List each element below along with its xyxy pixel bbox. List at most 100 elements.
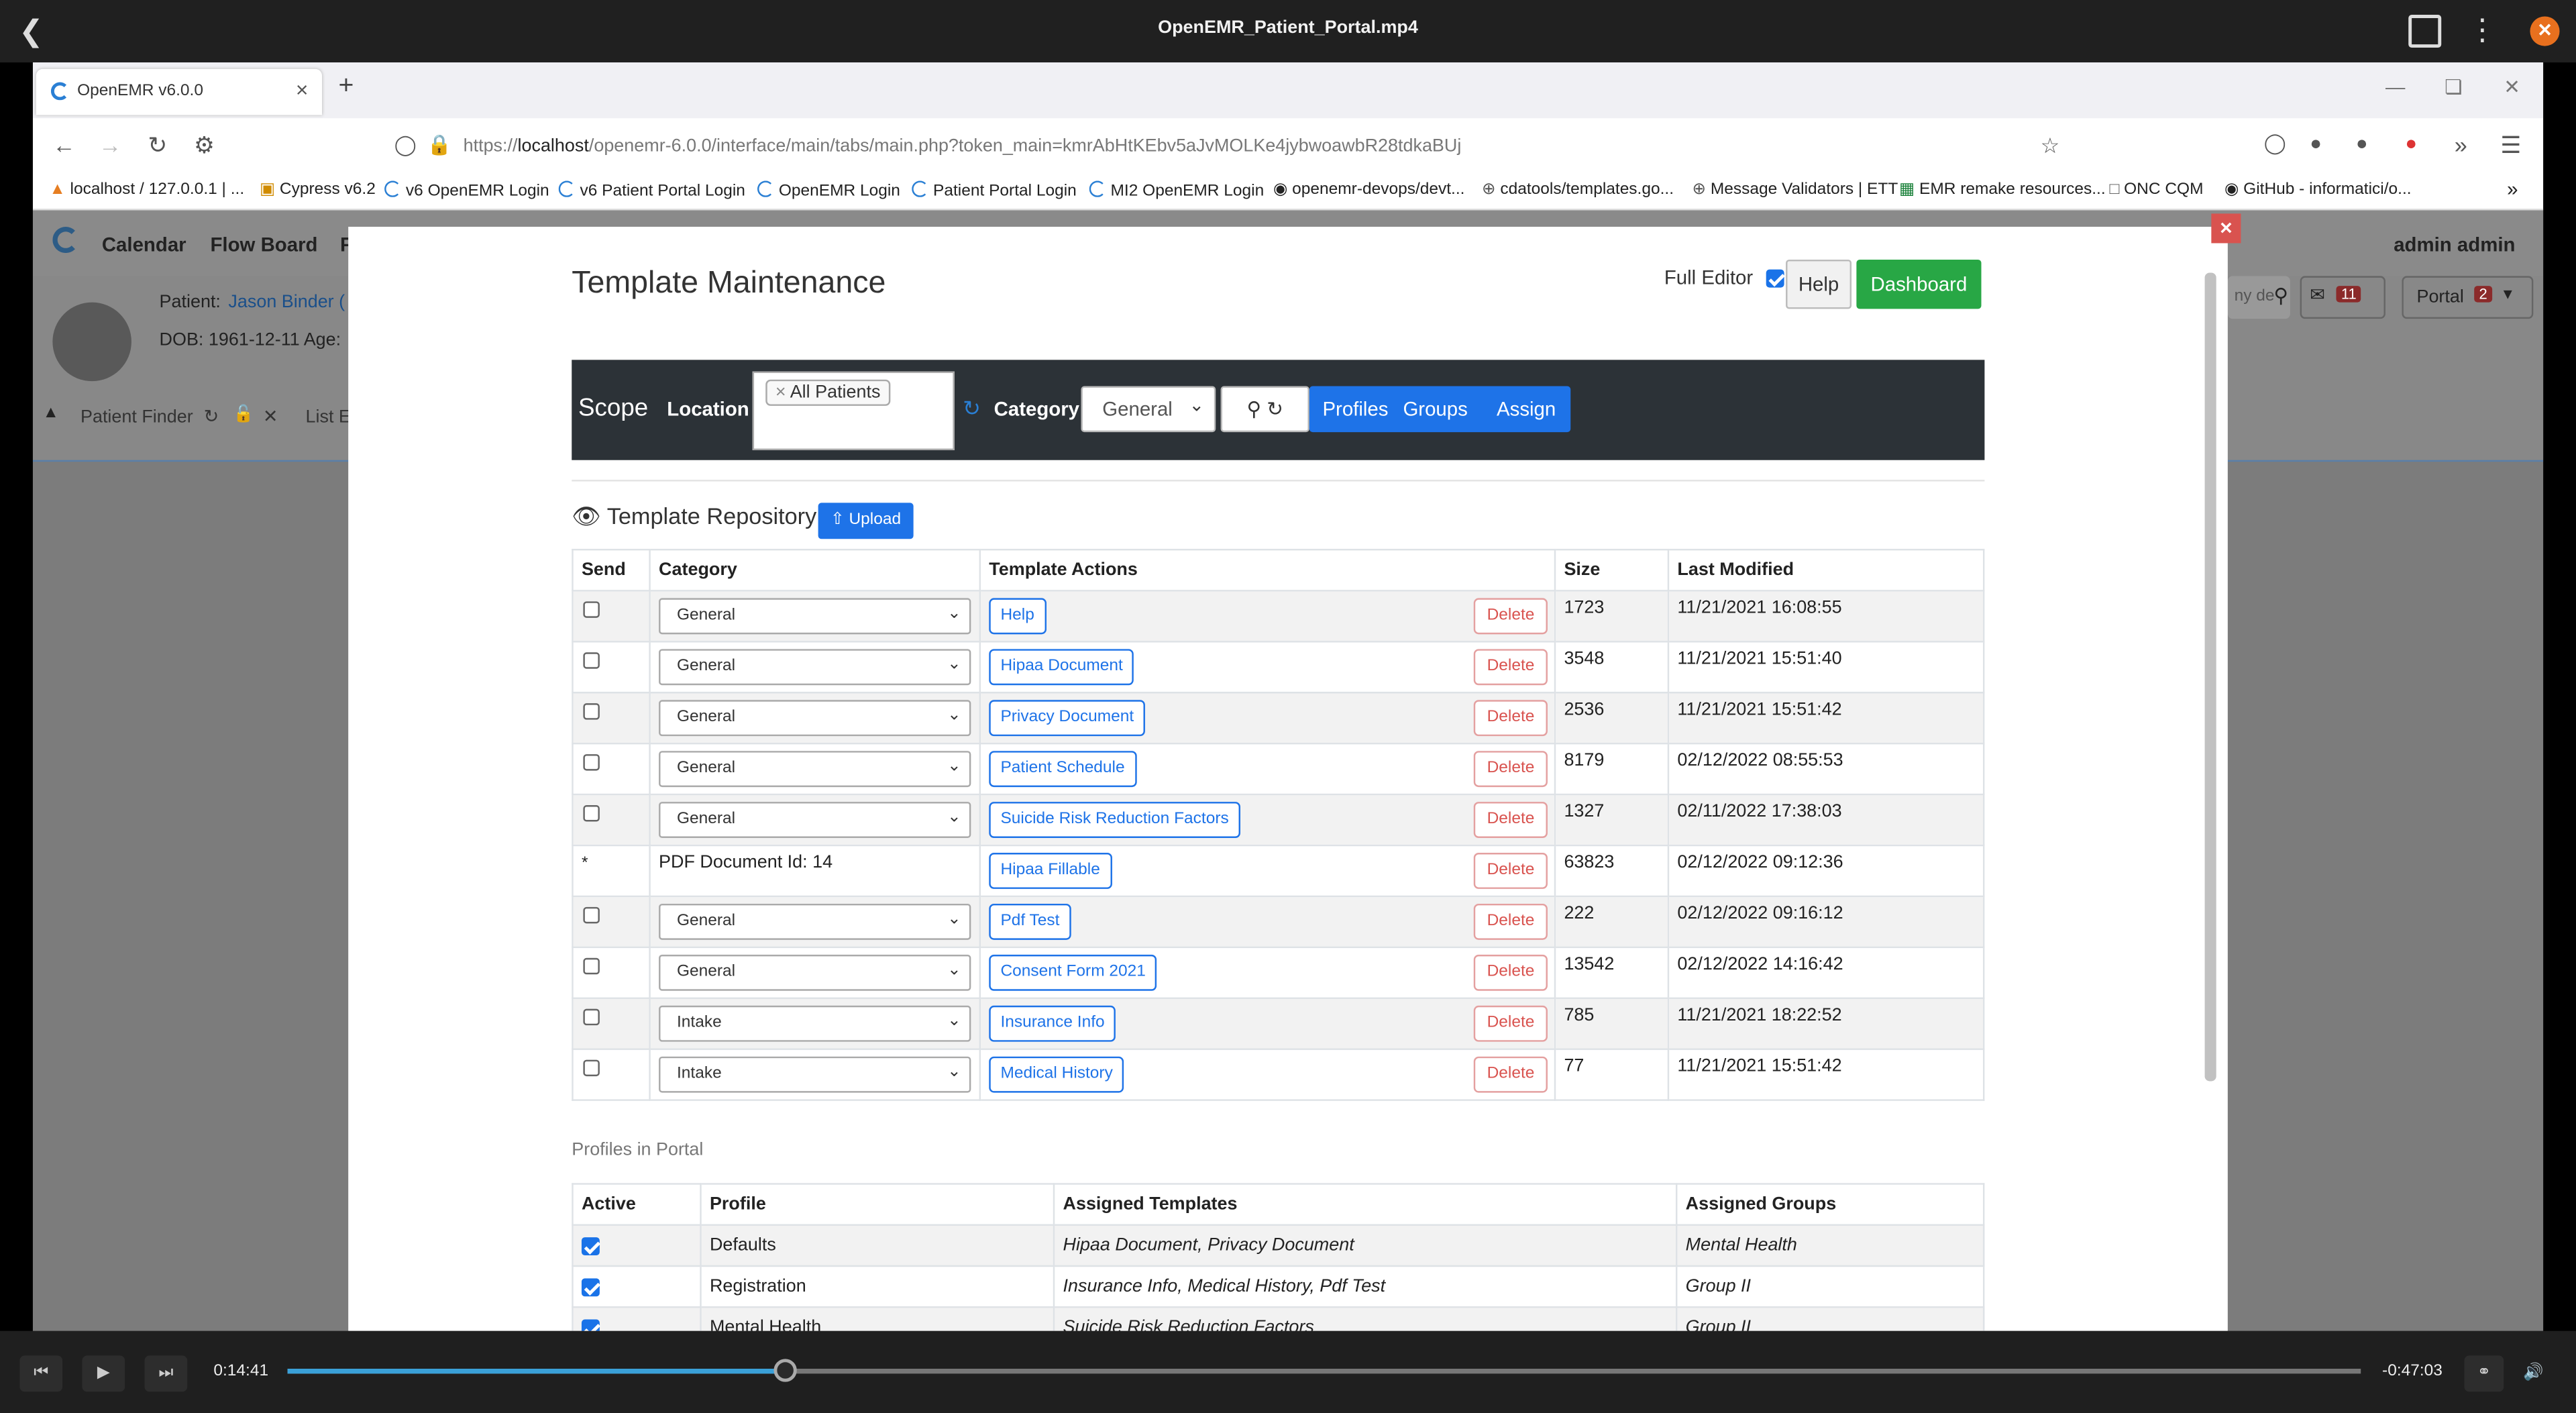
row-category-select[interactable]: General ⌄	[659, 802, 971, 838]
bookmark-3[interactable]: v6 Patient Portal Login	[558, 180, 745, 201]
search-icon[interactable]: ⚲	[2273, 284, 2288, 307]
delete-button[interactable]: Delete	[1473, 751, 1548, 788]
bookmark-0[interactable]: ▲ localhost / 127.0.0.1 | ...	[49, 180, 244, 199]
template-button[interactable]: Patient Schedule	[989, 751, 1136, 788]
delete-button[interactable]: Delete	[1473, 802, 1548, 838]
send-checkbox[interactable]	[583, 601, 600, 618]
settings-gear-icon[interactable]: ⚙	[194, 132, 215, 160]
template-button[interactable]: Consent Form 2021	[989, 954, 1158, 991]
play-icon[interactable]: ▶	[82, 1355, 125, 1392]
template-button[interactable]: Medical History	[989, 1056, 1124, 1093]
profiles-button[interactable]: Profiles	[1322, 398, 1388, 421]
assign-button[interactable]: Assign	[1497, 398, 1556, 421]
forward-icon[interactable]: →	[99, 132, 121, 158]
send-checkbox[interactable]	[583, 957, 600, 975]
new-tab-icon[interactable]: +	[338, 72, 354, 102]
full-editor-toggle[interactable]: Full Editor	[1664, 266, 1785, 289]
pocket-icon[interactable]: ◯	[2264, 132, 2286, 154]
send-checkbox[interactable]	[583, 652, 600, 669]
search-refresh-button[interactable]: ⚲ ↻	[1220, 386, 1309, 433]
send-checkbox[interactable]	[583, 1059, 600, 1077]
delete-button[interactable]: Delete	[1473, 649, 1548, 686]
bookmark-11[interactable]: □ ONC CQM	[2110, 180, 2204, 199]
delete-button[interactable]: Delete	[1473, 853, 1548, 889]
overflow-icon[interactable]: »	[2455, 132, 2467, 158]
delete-button[interactable]: Delete	[1473, 1005, 1548, 1042]
back-icon[interactable]: ←	[52, 132, 75, 158]
send-checkbox[interactable]	[583, 805, 600, 822]
send-checkbox[interactable]	[583, 754, 600, 771]
user-menu[interactable]: admin admin	[2394, 233, 2515, 256]
send-checkbox[interactable]	[583, 703, 600, 720]
minimize-icon[interactable]: —	[2385, 76, 2405, 99]
tab-close-x-icon[interactable]: ✕	[263, 406, 278, 427]
modal-scrollbar[interactable]	[2204, 272, 2216, 1082]
dashboard-button[interactable]: Dashboard	[1856, 259, 1982, 309]
bookmark-5[interactable]: Patient Portal Login	[912, 180, 1077, 201]
nav-flow-board[interactable]: Flow Board	[210, 233, 317, 256]
row-category-select[interactable]: General ⌄	[659, 751, 971, 788]
row-category-select[interactable]: General ⌄	[659, 598, 971, 635]
extension-s-icon[interactable]: ●	[2310, 132, 2322, 154]
bookmark-9[interactable]: ⊕ Message Validators | ETT	[1692, 180, 1898, 199]
bookmark-12[interactable]: ◉ GitHub - informatici/o...	[2224, 180, 2412, 199]
tab-patient-finder[interactable]: Patient Finder	[80, 407, 193, 427]
delete-button[interactable]: Delete	[1473, 903, 1548, 940]
groups-button[interactable]: Groups	[1403, 398, 1467, 421]
refresh-icon[interactable]: ↻	[963, 396, 981, 422]
extension-icon[interactable]: ●	[2356, 132, 2368, 154]
delete-button[interactable]: Delete	[1473, 598, 1548, 635]
help-button[interactable]: Help	[1786, 259, 1852, 309]
location-select[interactable]: × All Patients	[752, 371, 955, 451]
tab-close-icon[interactable]: ×	[296, 77, 309, 102]
full-editor-checkbox[interactable]	[1766, 270, 1785, 289]
tab-refresh-icon[interactable]: ↻	[204, 406, 219, 427]
delete-button[interactable]: Delete	[1473, 1056, 1548, 1093]
active-checkbox[interactable]	[581, 1277, 600, 1296]
bookmark-10[interactable]: ▦ EMR remake resources...	[1899, 180, 2106, 199]
delete-button[interactable]: Delete	[1473, 954, 1548, 991]
template-button[interactable]: Hipaa Fillable	[989, 853, 1112, 889]
delete-button[interactable]: Delete	[1473, 700, 1548, 737]
browser-tab[interactable]: OpenEMR v6.0.0 ×	[36, 68, 323, 115]
next-icon[interactable]: ⏭	[144, 1355, 188, 1392]
active-checkbox[interactable]	[581, 1318, 600, 1331]
previous-icon[interactable]: ⏮	[19, 1355, 63, 1392]
location-tag[interactable]: × All Patients	[765, 379, 891, 406]
bookmark-star-icon[interactable]: ☆	[2041, 133, 2060, 159]
row-category-select[interactable]: Intake ⌄	[659, 1005, 971, 1042]
close-icon[interactable]: ✕	[2530, 16, 2560, 46]
template-button[interactable]: Hipaa Document	[989, 649, 1134, 686]
fullscreen-icon[interactable]	[2408, 15, 2442, 48]
more-vertical-icon[interactable]: ⋮	[2467, 11, 2497, 51]
template-button[interactable]: Help	[989, 598, 1046, 635]
row-category-select[interactable]: Intake ⌄	[659, 1056, 971, 1093]
row-category-select[interactable]: General ⌄	[659, 700, 971, 737]
template-button[interactable]: Suicide Risk Reduction Factors	[989, 802, 1240, 838]
bookmark-1[interactable]: ▣ Cypress v6.2	[260, 180, 376, 199]
url-bar[interactable]: ◯ 🔒 https://localhost/openemr-6.0.0/inte…	[378, 132, 2086, 164]
seek-handle[interactable]	[773, 1359, 797, 1382]
bookmarks-overflow-icon[interactable]: »	[2507, 177, 2518, 200]
nav-calendar[interactable]: Calendar	[102, 233, 186, 256]
category-select[interactable]: General ⌄	[1081, 386, 1216, 433]
send-checkbox[interactable]	[583, 1008, 600, 1026]
bookmark-6[interactable]: MI2 OpenEMR Login	[1089, 180, 1264, 201]
template-button[interactable]: Privacy Document	[989, 700, 1146, 737]
reload-icon[interactable]: ↻	[148, 132, 167, 160]
close-icon[interactable]: ×	[2211, 213, 2241, 244]
bookmark-8[interactable]: ⊕ cdatools/templates.go...	[1482, 180, 1674, 199]
row-category-select[interactable]: General ⌄	[659, 954, 971, 991]
row-category-select[interactable]: General ⌄	[659, 903, 971, 940]
tag-remove-icon[interactable]: ×	[775, 383, 786, 403]
headphones-icon[interactable]: ⚭	[2464, 1355, 2504, 1392]
active-checkbox[interactable]	[581, 1237, 600, 1255]
collapse-arrow-icon[interactable]: ▲	[43, 404, 59, 422]
bookmark-2[interactable]: v6 OpenEMR Login	[384, 180, 549, 201]
window-close-icon[interactable]: ✕	[2504, 76, 2520, 99]
bookmark-7[interactable]: ◉ openemr-devops/devt...	[1273, 180, 1464, 199]
row-category-select[interactable]: General ⌄	[659, 649, 971, 686]
menu-icon[interactable]: ☰	[2500, 132, 2521, 160]
tab-list[interactable]: List E	[306, 407, 351, 427]
volume-icon[interactable]: 🔊	[2514, 1355, 2553, 1392]
